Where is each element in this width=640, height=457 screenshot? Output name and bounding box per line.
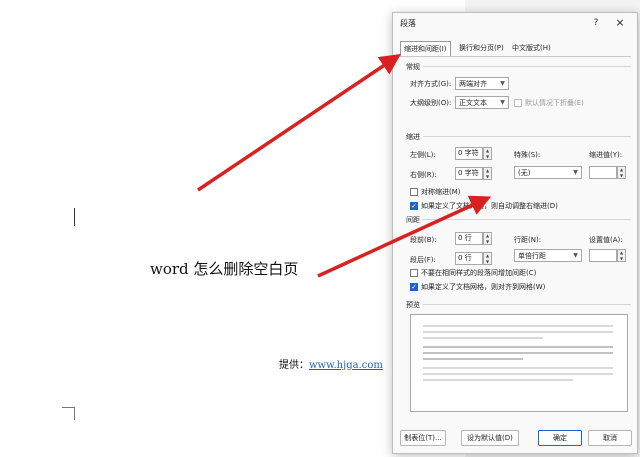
arrow-icon [317, 195, 492, 278]
annotation-arrows [197, 54, 492, 278]
arrow-icon [197, 54, 401, 192]
